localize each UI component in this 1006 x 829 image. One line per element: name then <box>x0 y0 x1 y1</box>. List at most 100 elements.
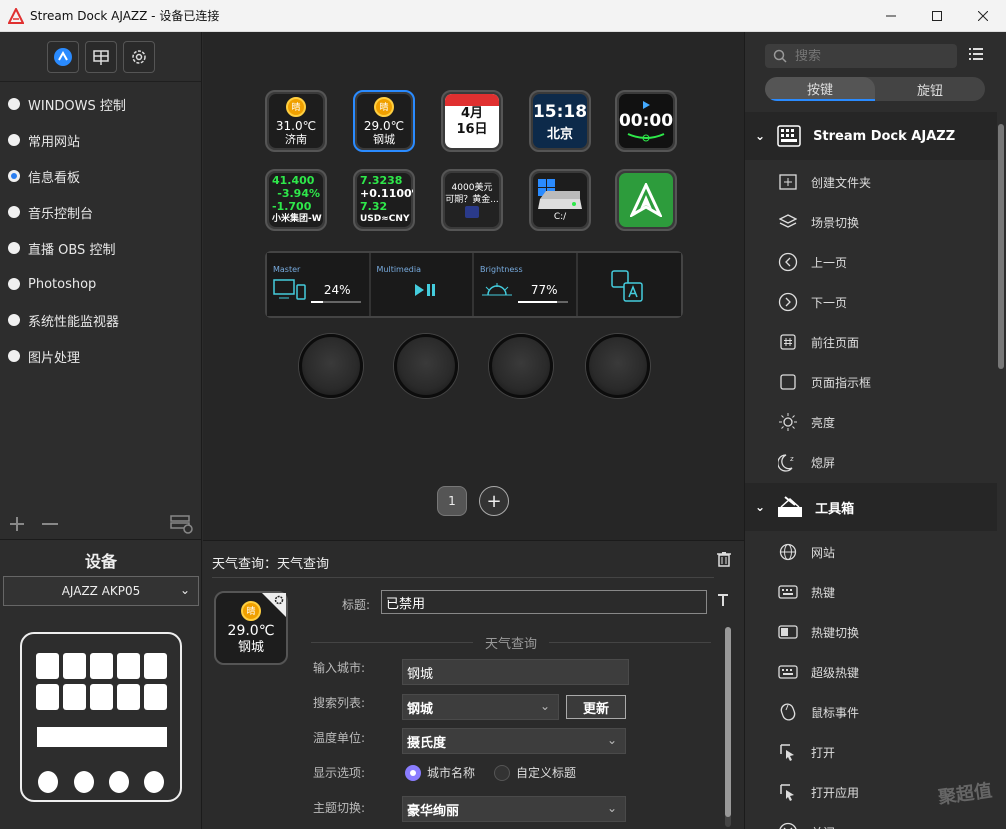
minimize-button[interactable] <box>868 0 914 32</box>
action-label: 场景切换 <box>811 215 860 230</box>
profile-item[interactable]: 音乐控制台 <box>0 194 201 230</box>
key-weather-jinan[interactable]: 晴 31.0℃ 济南 <box>265 90 327 152</box>
city-input[interactable]: 钢城 <box>402 659 629 685</box>
title-input[interactable]: 已禁用 <box>381 590 707 614</box>
chevron-down-icon: ⌄ <box>179 583 190 597</box>
strip-brightness[interactable]: Brightness 77% <box>474 253 578 316</box>
radio-button[interactable] <box>494 764 510 781</box>
delete-button[interactable] <box>716 551 732 571</box>
action-hotkey[interactable]: 热键 <box>777 572 835 612</box>
knob-4[interactable] <box>586 334 650 398</box>
profile-manage-icon <box>170 515 193 534</box>
profile-radio[interactable] <box>8 206 20 218</box>
strip-translate[interactable] <box>577 253 681 316</box>
action-brightness[interactable]: 亮度 <box>777 402 835 442</box>
home-button[interactable] <box>46 40 79 73</box>
library-scrollbar[interactable] <box>997 114 1005 829</box>
text-format-button[interactable] <box>717 593 729 611</box>
action-super-hotkey[interactable]: 超级热键 <box>777 652 859 692</box>
action-website[interactable]: 网站 <box>777 532 835 572</box>
profile-item[interactable]: 系统性能监视器 <box>0 302 201 338</box>
profile-radio[interactable] <box>8 242 20 254</box>
strip-label: Multimedia <box>376 265 421 274</box>
action-go-to-page[interactable]: 前往页面 <box>777 322 859 362</box>
search-list-select[interactable]: 钢城 ⌄ <box>402 694 559 720</box>
store-button[interactable] <box>84 40 117 73</box>
action-close[interactable]: 关闭 <box>777 812 835 829</box>
key-news[interactable]: 4000美元 可期？黄金... <box>441 169 503 231</box>
scrollbar-thumb[interactable] <box>998 124 1004 369</box>
key-app-launcher[interactable] <box>615 169 677 231</box>
option-city-name[interactable]: 城市名称 <box>405 764 475 781</box>
knob-1[interactable] <box>299 334 363 398</box>
action-scene-switch[interactable]: 场景切换 <box>777 202 859 242</box>
category-toolbox[interactable]: ⌄ 工具箱 <box>745 483 997 531</box>
profile-item[interactable]: 图片处理 <box>0 338 201 374</box>
action-previous-page[interactable]: 上一页 <box>777 242 847 282</box>
list-view-button[interactable] <box>969 48 983 64</box>
key-drive-c[interactable]: C:/ <box>529 169 591 231</box>
action-create-folder[interactable]: 创建文件夹 <box>777 162 871 202</box>
add-page-button[interactable]: + <box>479 486 509 516</box>
tab-keys[interactable]: 按键 <box>765 77 875 101</box>
key-currency-usdcny[interactable]: 7.3238 +0.1100% 7.32 USD≈CNY <box>353 169 415 231</box>
action-screen-off[interactable]: z 熄屏 <box>777 442 835 482</box>
left-toolbar <box>0 32 201 82</box>
globe-icon <box>777 541 799 563</box>
tab-knobs[interactable]: 旋钮 <box>875 77 985 101</box>
profile-item[interactable]: Photoshop <box>0 266 201 302</box>
profile-radio[interactable] <box>8 350 20 362</box>
settings-button[interactable] <box>122 40 155 73</box>
device-select[interactable]: AJAZZ AKP05 ⌄ <box>3 576 199 606</box>
action-mouse-event[interactable]: 鼠标事件 <box>777 692 859 732</box>
device-knob-illustration <box>74 771 94 793</box>
category-stream-dock[interactable]: ⌄ Stream Dock AJAZZ <box>745 112 997 160</box>
maximize-icon <box>932 11 942 21</box>
inspector-scrollbar[interactable] <box>725 627 731 827</box>
search-box[interactable] <box>765 44 957 68</box>
action-page-indicator[interactable]: 页面指示框 <box>777 362 871 402</box>
strip-multimedia[interactable]: Multimedia <box>370 253 474 316</box>
profile-label: 图片处理 <box>28 350 81 366</box>
profile-item[interactable]: 常用网站 <box>0 122 201 158</box>
option-custom-title[interactable]: 自定义标题 <box>494 764 576 781</box>
profile-radio[interactable] <box>8 134 20 146</box>
calendar-day: 16日 <box>456 122 488 137</box>
profile-radio[interactable] <box>8 278 20 290</box>
profile-item[interactable]: 直播 OBS 控制 <box>0 230 201 266</box>
action-open-app[interactable]: 打开应用 <box>777 772 859 812</box>
keyboard-icon <box>777 661 799 683</box>
maximize-button[interactable] <box>914 0 960 32</box>
key-clock[interactable]: 15:18 北京 <box>529 90 591 152</box>
profile-settings-button[interactable] <box>170 514 194 539</box>
page-1-button[interactable]: 1 <box>437 486 467 516</box>
theme-select[interactable]: 豪华绚丽 ⌄ <box>402 796 626 822</box>
scrollbar-thumb[interactable] <box>725 627 731 817</box>
close-icon <box>978 11 988 21</box>
profile-item[interactable]: WINDOWS 控制 <box>0 86 201 122</box>
profile-radio[interactable] <box>8 170 20 182</box>
key-weather-gangcheng[interactable]: 晴 29.0℃ 钢城 <box>353 90 415 152</box>
add-profile-button[interactable] <box>10 512 24 536</box>
remove-profile-button[interactable] <box>42 512 58 536</box>
key-timer[interactable]: 00:00 <box>615 90 677 152</box>
knob-3[interactable] <box>489 334 553 398</box>
profile-radio[interactable] <box>8 98 20 110</box>
update-button[interactable]: 更新 <box>566 695 626 719</box>
device-heading: 设备 <box>84 552 117 571</box>
strip-master-volume[interactable]: Master 24% <box>267 253 371 316</box>
profile-radio[interactable] <box>8 314 20 326</box>
action-next-page[interactable]: 下一页 <box>777 282 847 322</box>
radio-button[interactable] <box>405 764 421 781</box>
key-calendar[interactable]: 4月 16日 <box>441 90 503 152</box>
action-open[interactable]: 打开 <box>777 732 835 772</box>
profile-item[interactable]: 信息看板 <box>0 158 201 194</box>
search-input[interactable] <box>795 48 945 64</box>
knob-2[interactable] <box>394 334 458 398</box>
close-circle-icon <box>777 821 799 829</box>
unit-select[interactable]: 摄氏度 ⌄ <box>402 728 626 754</box>
key-preview[interactable]: 晴 29.0℃ 钢城 <box>214 591 288 665</box>
action-hotkey-switch[interactable]: 热键切换 <box>777 612 859 652</box>
key-stock-xiaomi[interactable]: 41.400 -3.94% -1.700 小米集团-W <box>265 169 327 231</box>
close-button[interactable] <box>960 0 1006 32</box>
